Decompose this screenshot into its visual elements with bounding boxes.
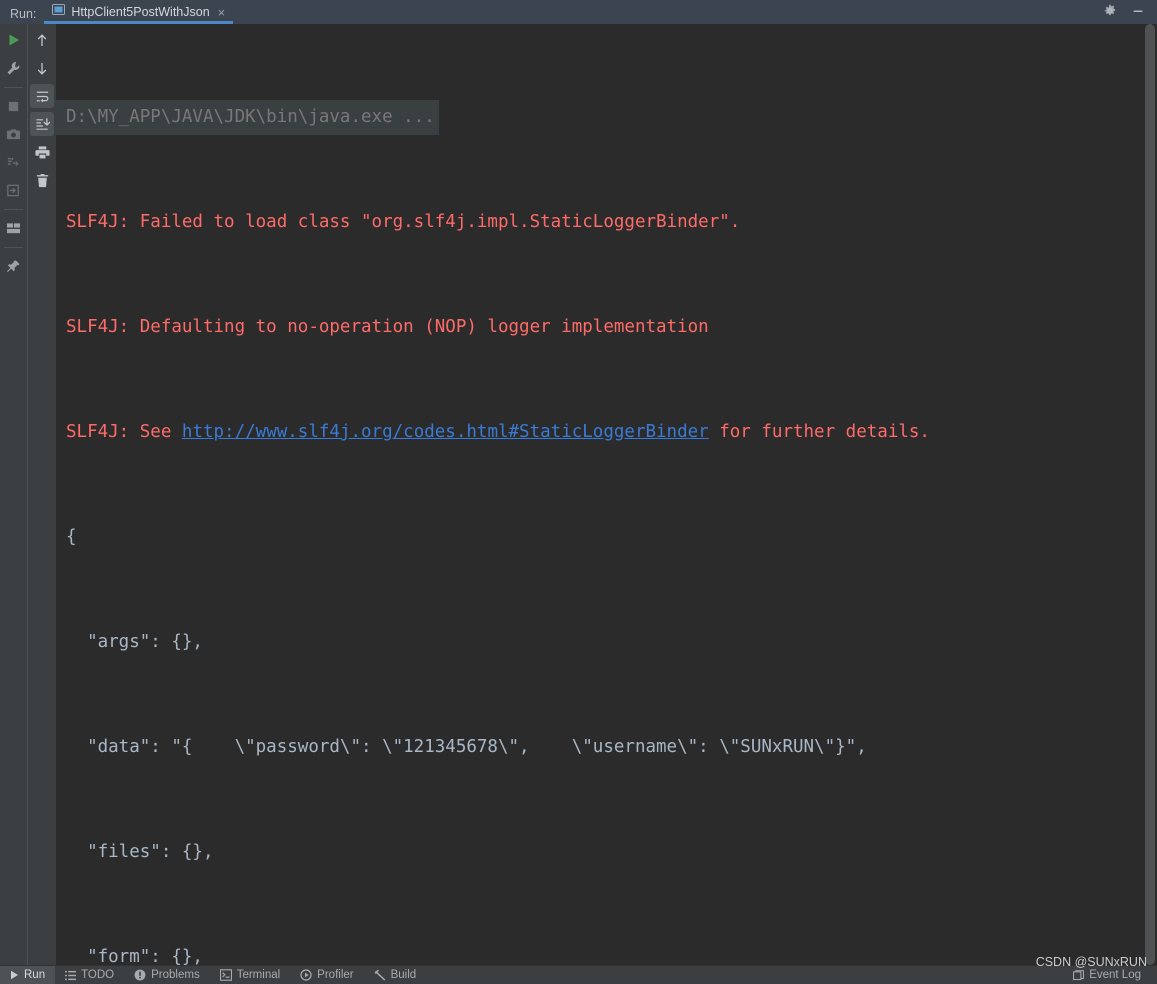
- slf4j-codes-link[interactable]: http://www.slf4j.org/codes.html#StaticLo…: [182, 422, 709, 442]
- event-log-label: Event Log: [1089, 969, 1141, 981]
- console-line-suffix: for further details.: [708, 422, 930, 442]
- bottom-tab-terminal[interactable]: Terminal: [210, 966, 290, 984]
- toolbar-separator-2: [4, 209, 23, 210]
- console-command-line: D:\MY_APP\JAVA\JDK\bin\java.exe ...: [56, 100, 439, 135]
- event-log-button[interactable]: Event Log: [1063, 966, 1151, 984]
- bottom-tab-label: Build: [390, 969, 417, 981]
- thread-dump-button[interactable]: [2, 150, 26, 174]
- close-icon[interactable]: ×: [216, 6, 226, 19]
- print-icon[interactable]: [30, 140, 54, 164]
- bottom-tab-label: Profiler: [317, 969, 354, 981]
- bottom-tab-label: Problems: [151, 969, 200, 981]
- console-line: "form": {},: [66, 947, 203, 965]
- run-content-area: D:\MY_APP\JAVA\JDK\bin\java.exe ... SLF4…: [0, 24, 1157, 965]
- console-line-prefix: SLF4J: See: [66, 422, 182, 442]
- console-line-with-link: SLF4J: See http://www.slf4j.org/codes.ht…: [56, 415, 1157, 450]
- console-scrollbar[interactable]: [1143, 24, 1157, 965]
- hammer-icon: [374, 969, 386, 981]
- run-label: Run:: [10, 6, 37, 21]
- minimize-icon[interactable]: [1131, 4, 1145, 18]
- scroll-to-end-icon[interactable]: [30, 112, 54, 136]
- bottom-tab-label: Run: [24, 969, 46, 981]
- bottom-tab-label: Terminal: [236, 969, 281, 981]
- console-line: {: [66, 527, 77, 547]
- console-line: SLF4J: Defaulting to no-operation (NOP) …: [66, 317, 709, 337]
- run-toolbar-console: [27, 24, 56, 965]
- console-line: "files": {},: [66, 842, 214, 862]
- toolbar-separator: [4, 87, 23, 88]
- profiler-icon: [300, 969, 312, 981]
- console-line: SLF4J: Failed to load class "org.slf4j.i…: [66, 212, 741, 232]
- trash-icon[interactable]: [30, 168, 54, 192]
- toolbar-separator-3: [4, 247, 23, 248]
- list-icon: [65, 970, 77, 981]
- tab-httpclient5postwithjson[interactable]: HttpClient5PostWithJson ×: [44, 0, 234, 24]
- window-controls: [1103, 0, 1157, 24]
- console-text: D:\MY_APP\JAVA\JDK\bin\java.exe ... SLF4…: [56, 24, 1157, 965]
- camera-icon[interactable]: [2, 122, 26, 146]
- arrow-down-icon[interactable]: [30, 56, 54, 80]
- console-line: "args": {},: [66, 632, 203, 652]
- pin-icon[interactable]: [2, 254, 26, 278]
- bottom-tab-label: TODO: [81, 969, 115, 981]
- status-tool-bar: Run TODO Problems Terminal Profiler Buil…: [0, 955, 1157, 984]
- arrow-up-icon[interactable]: [30, 28, 54, 52]
- run-toolwindow-header: Run: HttpClient5PostWithJson ×: [0, 0, 1157, 24]
- status-bar-right: Event Log: [1063, 966, 1157, 984]
- run-tool-window: Run: HttpClient5PostWithJson × D:\MY_APP…: [0, 0, 1157, 984]
- console-output-panel[interactable]: D:\MY_APP\JAVA\JDK\bin\java.exe ... SLF4…: [56, 24, 1157, 965]
- warning-icon: [134, 969, 146, 981]
- bottom-tab-run[interactable]: Run: [0, 965, 56, 984]
- soft-wrap-icon[interactable]: [30, 84, 54, 108]
- bottom-tab-profiler[interactable]: Profiler: [290, 966, 363, 984]
- console-line: "data": "{ \"password\": \"121345678\", …: [66, 737, 867, 757]
- play-icon: [10, 970, 19, 980]
- event-log-icon: [1073, 969, 1085, 981]
- bottom-tab-build[interactable]: Build: [364, 966, 427, 984]
- tab-label: HttpClient5PostWithJson: [71, 5, 210, 19]
- settings-button[interactable]: [2, 56, 26, 80]
- run-toolbar-primary: [0, 24, 27, 965]
- run-configuration-icon: [52, 3, 66, 21]
- bottom-tab-todo[interactable]: TODO: [55, 966, 124, 984]
- export-icon[interactable]: [2, 178, 26, 202]
- stop-button[interactable]: [2, 94, 26, 118]
- rerun-button[interactable]: [2, 28, 26, 52]
- scrollbar-thumb[interactable]: [1145, 24, 1155, 965]
- layout-icon[interactable]: [2, 216, 26, 240]
- console-command-row: D:\MY_APP\JAVA\JDK\bin\java.exe ...: [56, 100, 1157, 135]
- terminal-icon: [219, 969, 232, 981]
- bottom-tab-problems[interactable]: Problems: [124, 966, 210, 984]
- gear-icon[interactable]: [1103, 4, 1117, 18]
